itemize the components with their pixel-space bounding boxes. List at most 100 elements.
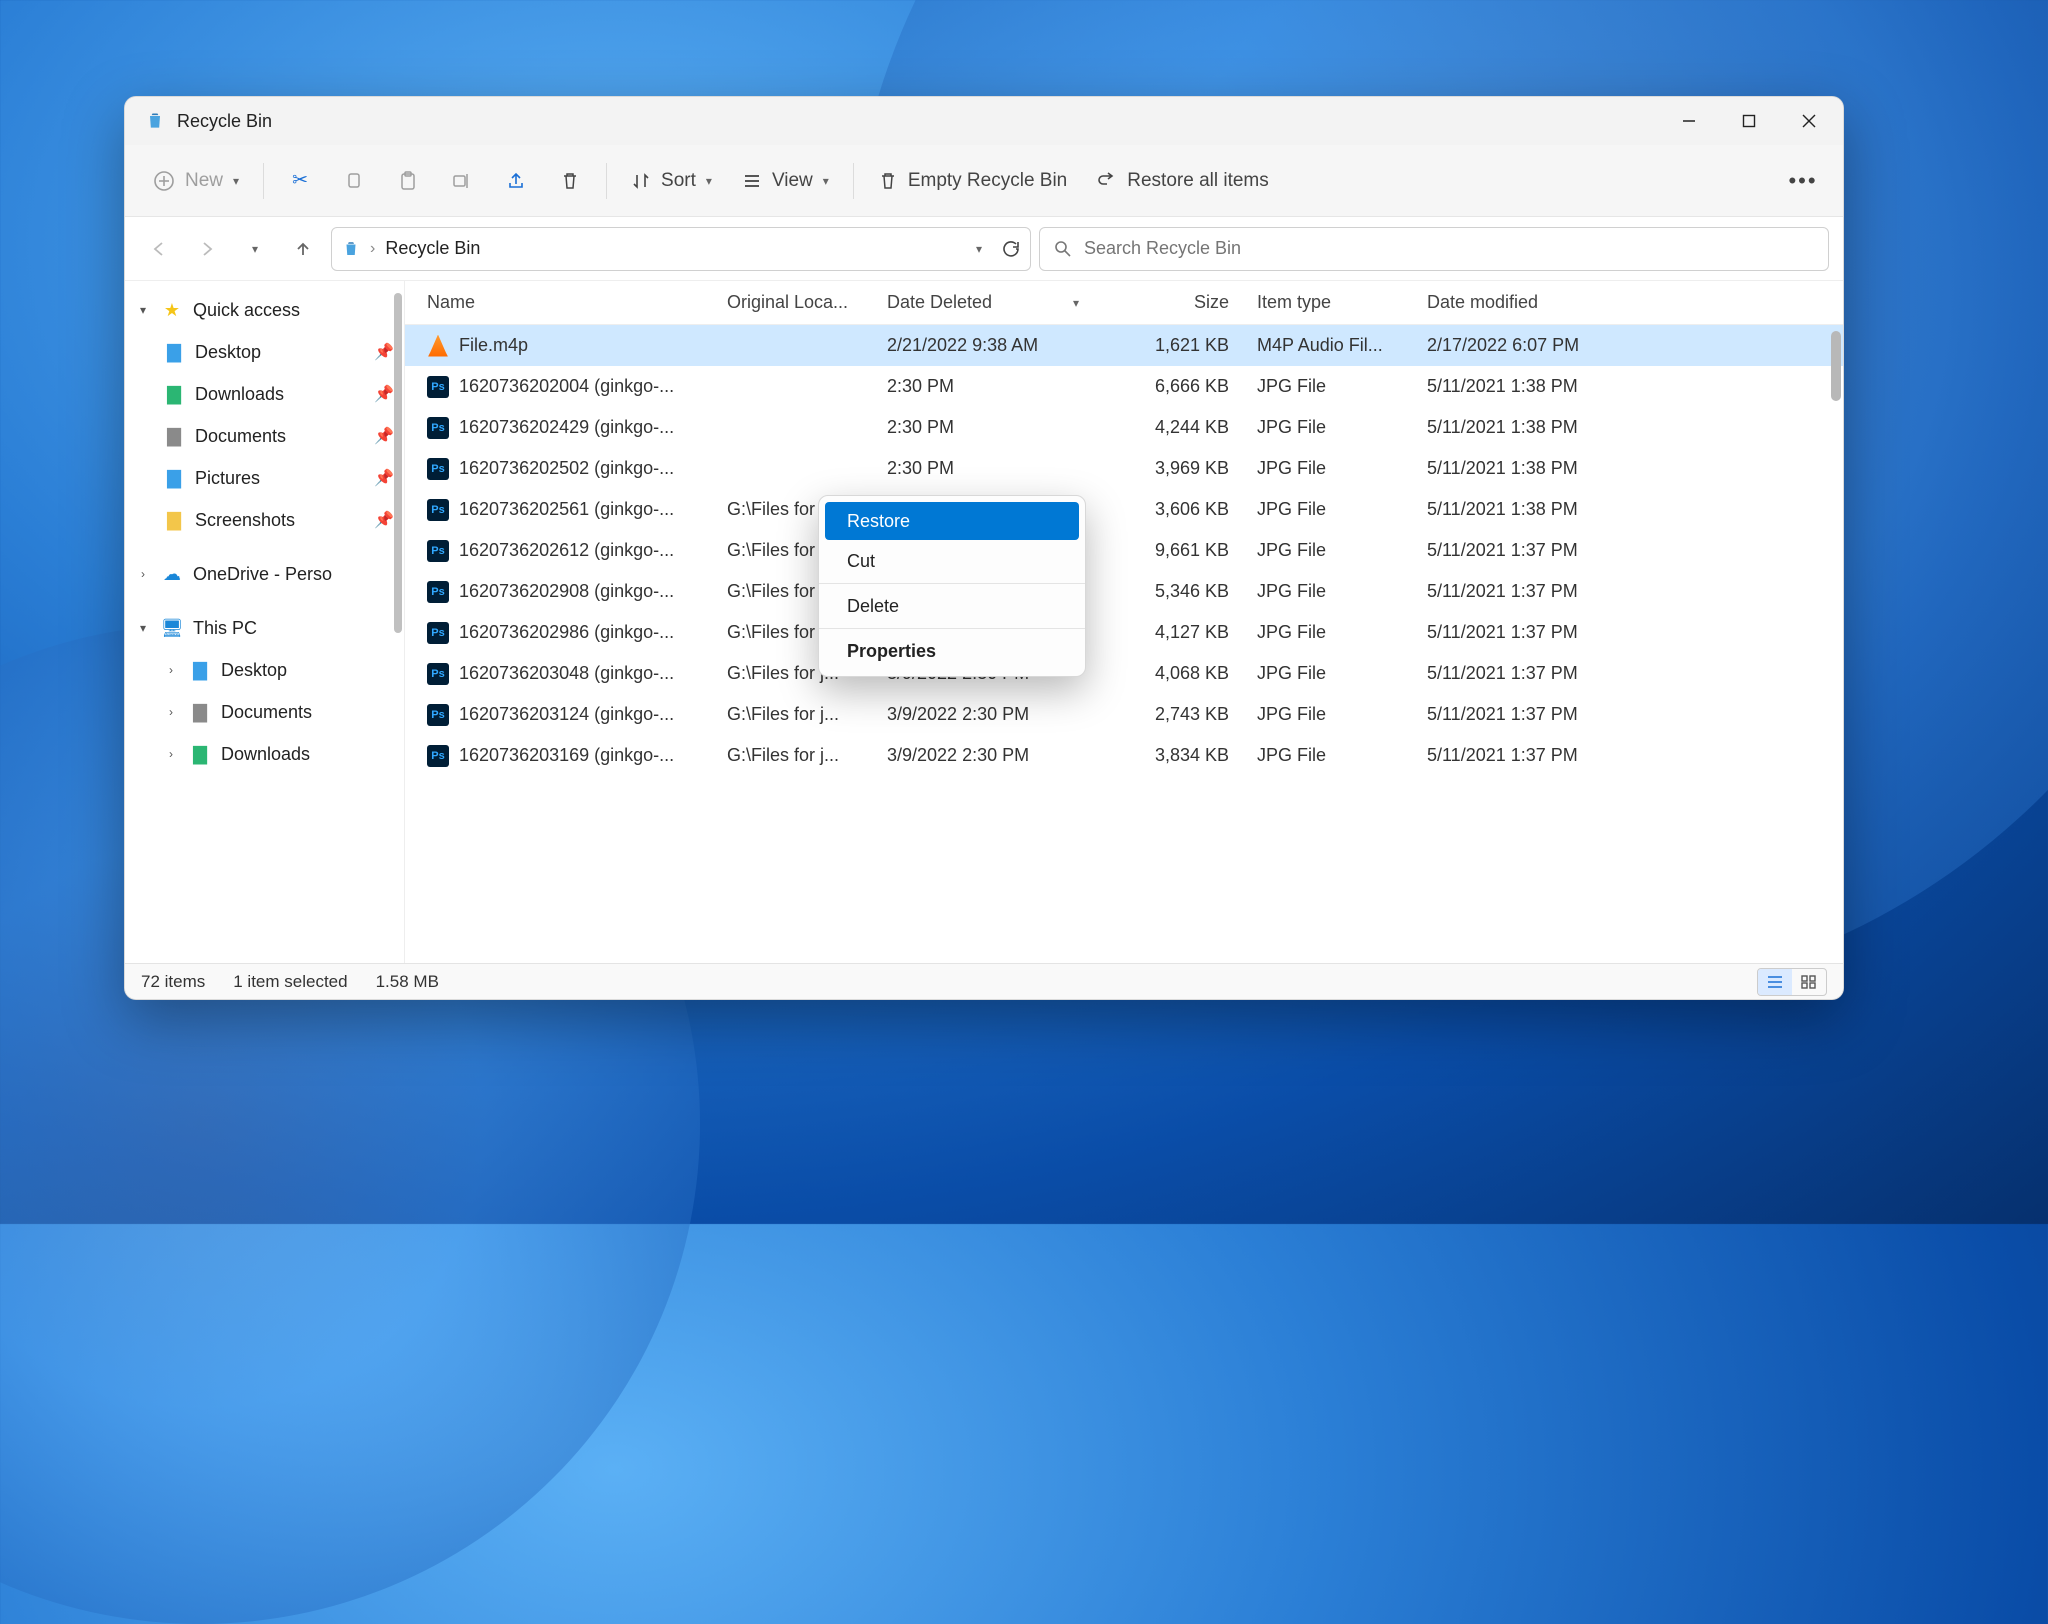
column-header-modified[interactable]: Date modified <box>1413 292 1623 313</box>
share-icon <box>506 171 526 191</box>
close-button[interactable] <box>1779 97 1839 145</box>
file-row[interactable]: 1620736203048 (ginkgo-...G:\Files for j.… <box>405 653 1843 694</box>
more-button[interactable]: ••• <box>1779 159 1827 203</box>
separator <box>263 163 264 199</box>
recent-locations-button[interactable]: ▾ <box>235 229 275 269</box>
navigation-bar: ▾ › Recycle Bin ▾ <box>125 217 1843 281</box>
column-header-location[interactable]: Original Loca... <box>713 292 873 313</box>
cell-type: JPG File <box>1243 458 1413 479</box>
cell-name: 1620736203124 (ginkgo-... <box>413 704 713 726</box>
sidebar-label: Screenshots <box>195 510 295 531</box>
context-menu-cut[interactable]: Cut <box>825 542 1079 580</box>
clipboard-icon <box>398 171 418 191</box>
chevron-down-icon[interactable]: ▾ <box>976 242 982 256</box>
refresh-button[interactable] <box>1002 240 1020 258</box>
address-bar[interactable]: › Recycle Bin ▾ <box>331 227 1031 271</box>
context-menu-restore[interactable]: Restore <box>825 502 1079 540</box>
file-name: 1620736202561 (ginkgo-... <box>459 499 674 520</box>
minimize-button[interactable] <box>1659 97 1719 145</box>
file-row[interactable]: 1620736202908 (ginkgo-...G:\Files for j.… <box>405 571 1843 612</box>
cell-type: JPG File <box>1243 745 1413 766</box>
cell-name: File.m4p <box>413 335 713 357</box>
cell-location: G:\Files for j... <box>713 704 873 725</box>
recycle-bin-icon <box>342 240 360 258</box>
chevron-down-icon: ▾ <box>1073 296 1079 310</box>
context-menu: Restore Cut Delete Properties <box>818 495 1086 677</box>
cell-name: 1620736202986 (ginkgo-... <box>413 622 713 644</box>
file-type-icon <box>427 622 449 644</box>
empty-recycle-bin-button[interactable]: Empty Recycle Bin <box>866 159 1079 203</box>
column-header-size[interactable]: Size <box>1093 292 1243 313</box>
up-button[interactable] <box>283 229 323 269</box>
column-header-type[interactable]: Item type <box>1243 292 1413 313</box>
file-name: File.m4p <box>459 335 528 356</box>
forward-button <box>187 229 227 269</box>
view-button[interactable]: View ▾ <box>730 159 841 203</box>
sidebar-label: OneDrive - Perso <box>193 564 332 585</box>
cell-deleted: 3/9/2022 2:30 PM <box>873 704 1093 725</box>
maximize-button[interactable] <box>1719 97 1779 145</box>
sidebar-label: Quick access <box>193 300 300 321</box>
cell-type: JPG File <box>1243 704 1413 725</box>
sidebar-item-pc-downloads[interactable]: › ▇ Downloads <box>125 733 404 775</box>
cell-size: 3,969 KB <box>1093 458 1243 479</box>
details-view-button[interactable] <box>1758 969 1792 995</box>
folder-icon: ▇ <box>189 743 211 765</box>
file-name: 1620736202502 (ginkgo-... <box>459 458 674 479</box>
cell-name: 1620736203048 (ginkgo-... <box>413 663 713 685</box>
sidebar-item-this-pc[interactable]: ▾ 🖥 This PC <box>125 607 404 649</box>
chevron-down-icon: ▾ <box>823 174 829 188</box>
context-menu-delete[interactable]: Delete <box>825 587 1079 625</box>
file-type-icon <box>427 581 449 603</box>
sidebar-item-documents[interactable]: ▇ Documents 📌 <box>125 415 404 457</box>
new-button: New ▾ <box>141 159 251 203</box>
sidebar-item-pc-desktop[interactable]: › ▇ Desktop <box>125 649 404 691</box>
sidebar-item-downloads[interactable]: ▇ Downloads 📌 <box>125 373 404 415</box>
cell-modified: 5/11/2021 1:38 PM <box>1413 417 1623 438</box>
search-input[interactable] <box>1084 238 1814 259</box>
restore-all-button[interactable]: Restore all items <box>1085 159 1281 203</box>
file-row[interactable]: 1620736202612 (ginkgo-...G:\Files for j.… <box>405 530 1843 571</box>
cell-modified: 5/11/2021 1:37 PM <box>1413 663 1623 684</box>
cell-deleted: 3/9/2022 2:30 PM <box>873 745 1093 766</box>
cell-size: 1,621 KB <box>1093 335 1243 356</box>
sidebar-label: Documents <box>195 426 286 447</box>
chevron-down-icon: ▾ <box>135 303 151 317</box>
thumbnails-view-button[interactable] <box>1792 969 1826 995</box>
file-row[interactable]: File.m4p2/21/2022 9:38 AM1,621 KBM4P Aud… <box>405 325 1843 366</box>
column-header-name[interactable]: Name <box>413 292 713 313</box>
sort-button[interactable]: Sort ▾ <box>619 159 724 203</box>
status-bar: 72 items 1 item selected 1.58 MB <box>125 963 1843 999</box>
sidebar-item-quick-access[interactable]: ▾ ★ Quick access <box>125 289 404 331</box>
column-header-deleted[interactable]: Date Deleted ▾ <box>873 292 1093 313</box>
delete-button[interactable] <box>546 159 594 203</box>
file-row[interactable]: 1620736203124 (ginkgo-...G:\Files for j.… <box>405 694 1843 735</box>
sidebar-item-desktop[interactable]: ▇ Desktop 📌 <box>125 331 404 373</box>
context-menu-properties[interactable]: Properties <box>825 632 1079 670</box>
cell-modified: 5/11/2021 1:38 PM <box>1413 376 1623 397</box>
sidebar-item-onedrive[interactable]: › ☁ OneDrive - Perso <box>125 553 404 595</box>
status-size: 1.58 MB <box>376 972 439 992</box>
breadcrumb-item[interactable]: Recycle Bin <box>385 238 480 259</box>
file-row[interactable]: 1620736202004 (ginkgo-...2:30 PM6,666 KB… <box>405 366 1843 407</box>
scrollbar-thumb[interactable] <box>1831 331 1841 401</box>
sort-label: Sort <box>661 170 696 192</box>
file-row[interactable]: 1620736203169 (ginkgo-...G:\Files for j.… <box>405 735 1843 776</box>
share-button[interactable] <box>492 159 540 203</box>
navigation-pane: ▾ ★ Quick access ▇ Desktop 📌 ▇ Downloads… <box>125 281 405 963</box>
cell-deleted: 2/21/2022 9:38 AM <box>873 335 1093 356</box>
sidebar-item-pc-documents[interactable]: › ▇ Documents <box>125 691 404 733</box>
file-row[interactable]: 1620736202429 (ginkgo-...2:30 PM4,244 KB… <box>405 407 1843 448</box>
file-name: 1620736202429 (ginkgo-... <box>459 417 674 438</box>
cut-button[interactable]: ✂ <box>276 159 324 203</box>
file-row[interactable]: 1620736202502 (ginkgo-...2:30 PM3,969 KB… <box>405 448 1843 489</box>
sidebar-item-screenshots[interactable]: ▇ Screenshots 📌 <box>125 499 404 541</box>
search-box[interactable] <box>1039 227 1829 271</box>
copy-icon <box>344 171 364 191</box>
file-row[interactable]: 1620736202986 (ginkgo-...G:\Files for j.… <box>405 612 1843 653</box>
chevron-right-icon: › <box>163 663 179 677</box>
file-type-icon <box>427 376 449 398</box>
file-row[interactable]: 1620736202561 (ginkgo-...G:\Files for j.… <box>405 489 1843 530</box>
sidebar-item-pictures[interactable]: ▇ Pictures 📌 <box>125 457 404 499</box>
sidebar-label: Documents <box>221 702 312 723</box>
